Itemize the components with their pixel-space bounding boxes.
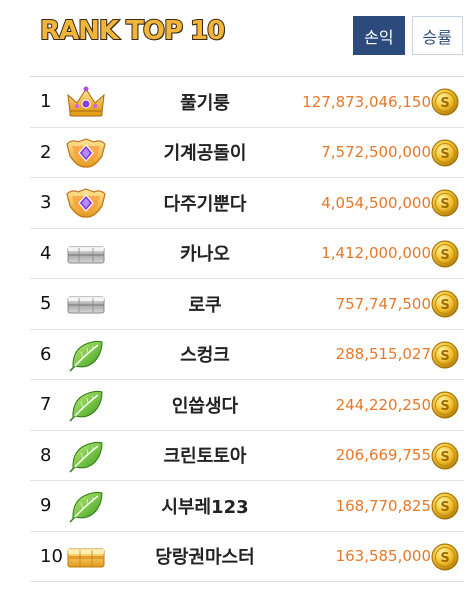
player-name[interactable]: 카나오 <box>130 229 280 279</box>
leaf-icon <box>64 388 108 422</box>
profit-amount: 7,572,500,000 <box>321 143 431 162</box>
coin-icon <box>431 442 459 470</box>
silver-bar-icon <box>64 237 108 271</box>
gem-emblem-icon <box>64 136 108 170</box>
rank-number: 7 <box>40 394 52 416</box>
rank-number: 10 <box>40 545 63 567</box>
rank-number: 8 <box>40 444 52 466</box>
silver-bar-icon <box>64 287 108 321</box>
ranking-row[interactable]: 9 시부레123 168,770,825 <box>30 481 464 532</box>
ranking-header: RANK TOP 10 손익 승률 <box>0 0 474 76</box>
profit-amount: 288,515,027 <box>335 345 431 364</box>
ranking-row[interactable]: 7 인씁생다 244,220,250 <box>30 380 464 431</box>
ranking-tabs: 손익 승률 <box>353 16 463 55</box>
profit-amount: 757,747,500 <box>335 294 431 313</box>
rank-number: 6 <box>40 343 52 365</box>
leaf-icon <box>64 338 108 372</box>
ranking-row[interactable]: 1 풀기룽 127,873,046,150 <box>30 77 464 128</box>
player-name[interactable]: 풀기룽 <box>130 77 280 127</box>
tab-win-rate[interactable]: 승률 <box>411 16 463 55</box>
crown-icon <box>64 85 108 119</box>
player-name[interactable]: 당랑권마스터 <box>130 532 280 582</box>
rank-number: 3 <box>40 192 52 214</box>
player-name[interactable]: 크린토토아 <box>130 431 280 481</box>
coin-icon <box>431 341 459 369</box>
player-name[interactable]: 다주기뿐다 <box>130 178 280 228</box>
player-name[interactable]: 스컹크 <box>130 330 280 380</box>
coin-icon <box>431 139 459 167</box>
profit-amount: 127,873,046,150 <box>302 92 431 111</box>
ranking-row[interactable]: 3 다주기뿐다 4,054,500,000 <box>30 178 464 229</box>
ranking-list: 1 풀기룽 127,873,046,150 2 기계공돌이 7,572,500,000 3 다… <box>30 76 464 582</box>
rank-number: 9 <box>40 495 52 517</box>
coin-icon <box>431 189 459 217</box>
player-name[interactable]: 시부레123 <box>130 481 280 531</box>
player-name[interactable]: 기계공돌이 <box>130 128 280 178</box>
profit-amount: 244,220,250 <box>335 395 431 414</box>
coin-icon <box>431 88 459 116</box>
tab-profit[interactable]: 손익 <box>353 16 405 55</box>
ranking-row[interactable]: 4 카나오 1,412,000,000 <box>30 229 464 279</box>
rank-number: 5 <box>40 293 52 315</box>
ranking-row[interactable]: 8 크린토토아 206,669,755 <box>30 431 464 481</box>
ranking-row[interactable]: 6 스컹크 288,515,027 <box>30 330 464 380</box>
rank-number: 1 <box>40 91 52 113</box>
gold-bar-icon <box>64 540 108 574</box>
ranking-row[interactable]: 5 로쿠 757,747,500 <box>30 279 464 330</box>
ranking-row[interactable]: 2 기계공돌이 7,572,500,000 <box>30 128 464 178</box>
profit-amount: 1,412,000,000 <box>321 244 431 263</box>
rank-title: RANK TOP 10 <box>39 15 226 47</box>
player-name[interactable]: 로쿠 <box>130 279 280 329</box>
coin-icon <box>431 290 459 318</box>
coin-icon <box>431 543 459 571</box>
coin-icon <box>431 391 459 419</box>
profit-amount: 4,054,500,000 <box>321 193 431 212</box>
rank-number: 4 <box>40 242 52 264</box>
coin-icon <box>431 492 459 520</box>
leaf-icon <box>64 439 108 473</box>
profit-amount: 206,669,755 <box>335 446 431 465</box>
profit-amount: 168,770,825 <box>335 496 431 515</box>
rank-number: 2 <box>40 141 52 163</box>
ranking-row[interactable]: 10 당랑권마스터 163,585,000 <box>30 532 464 582</box>
player-name[interactable]: 인씁생다 <box>130 380 280 430</box>
coin-icon <box>431 240 459 268</box>
profit-amount: 163,585,000 <box>335 547 431 566</box>
leaf-icon <box>64 489 108 523</box>
gem-emblem-icon <box>64 186 108 220</box>
